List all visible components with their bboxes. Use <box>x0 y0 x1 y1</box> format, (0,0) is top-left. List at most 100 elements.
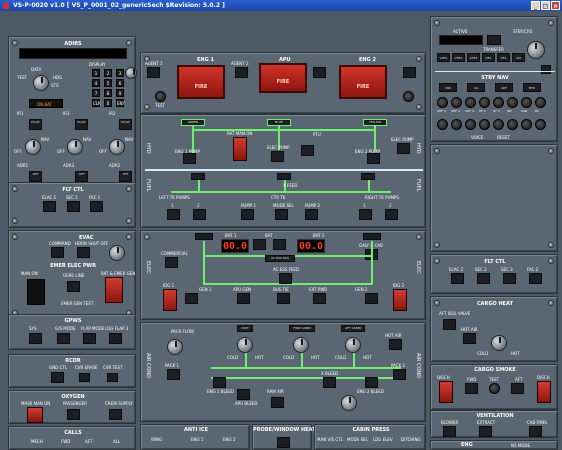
keypad-key-4[interactable]: 4 <box>92 79 100 87</box>
ir1-mode-knob[interactable] <box>25 139 41 155</box>
radio-am-button[interactable]: AM <box>512 53 525 62</box>
gpws-sys-button[interactable] <box>29 333 42 344</box>
sec1-button[interactable] <box>67 201 80 212</box>
eng2-pump-button[interactable] <box>367 153 380 164</box>
gen1-line-button[interactable] <box>67 281 80 292</box>
radio-on-off-button[interactable] <box>541 65 551 74</box>
radio-vhf1-button[interactable]: VHF1 <box>437 53 450 62</box>
mask-man-guard[interactable] <box>27 407 43 423</box>
keypad-key-8[interactable]: 8 <box>104 89 112 97</box>
eng1-fire-handle[interactable]: FIRE <box>177 65 225 99</box>
evac-command-button[interactable] <box>51 247 64 258</box>
acp-vhf-2-knob[interactable] <box>451 119 462 130</box>
eng2-fire-handle[interactable]: FIRE <box>339 65 387 99</box>
fac2-button[interactable] <box>529 273 542 284</box>
extract-button[interactable] <box>479 426 492 437</box>
xbleed-knob[interactable] <box>341 395 357 411</box>
idg2-guard[interactable] <box>393 289 407 311</box>
pack-flow-knob[interactable] <box>167 339 183 355</box>
capt-purs-selector[interactable] <box>109 245 125 261</box>
gen2-button[interactable] <box>365 293 378 304</box>
sys-knob[interactable] <box>125 67 137 79</box>
acp-vhf-1-knob[interactable] <box>437 97 448 108</box>
adr1-button[interactable]: OFF <box>29 171 42 182</box>
calls-aft-button[interactable]: AFT <box>85 439 92 444</box>
eng1-agent1-button[interactable] <box>147 67 160 78</box>
minimize-button[interactable]: _ <box>531 1 540 10</box>
passenger-button[interactable] <box>67 409 80 420</box>
ir3-button[interactable]: FAULT <box>75 119 88 130</box>
eng1-pump-button[interactable] <box>183 153 196 164</box>
keypad-key-ent[interactable]: ENT <box>116 99 125 107</box>
transfer-button[interactable] <box>487 35 501 45</box>
ckpt-temp-knob[interactable] <box>237 337 253 353</box>
keypad-key-3[interactable]: 3 <box>116 69 124 77</box>
crew-supply-button[interactable] <box>109 409 122 420</box>
adr2-button[interactable]: OFF <box>119 171 132 182</box>
nav-adf-button[interactable]: ADF <box>495 83 513 92</box>
acp-vhf-3-knob[interactable] <box>465 97 476 108</box>
display-selector-knob[interactable] <box>33 75 49 91</box>
keypad-key-5[interactable]: 5 <box>104 79 112 87</box>
gnd-ctl-button[interactable] <box>51 372 64 383</box>
sec3-button[interactable] <box>503 273 516 284</box>
acp-hf-2-knob[interactable] <box>493 97 504 108</box>
nav-bfo-button[interactable]: BFO <box>523 83 541 92</box>
commercial-button[interactable] <box>165 257 178 268</box>
eng2-agent1-button[interactable] <box>403 67 416 78</box>
calls-mech-button[interactable]: MECH <box>31 439 43 444</box>
acp-hf-1-knob[interactable] <box>479 119 490 130</box>
idg1-guard[interactable] <box>163 289 177 311</box>
apu-agent-button[interactable] <box>313 67 326 78</box>
adr3-button[interactable]: OFF <box>75 171 88 182</box>
rat-man-on-guard[interactable] <box>233 137 247 161</box>
pack2-button[interactable] <box>393 369 406 380</box>
pack1-button[interactable] <box>167 369 180 380</box>
ext-pwr-button[interactable] <box>313 293 326 304</box>
keypad-key-0[interactable]: 0 <box>104 99 112 107</box>
gpws-gs-button[interactable] <box>57 333 70 344</box>
eng1-test-button[interactable] <box>155 91 166 102</box>
acp-hf-2-knob[interactable] <box>493 119 504 130</box>
ctr-pump2-button[interactable] <box>305 209 318 220</box>
acp-int-knob[interactable] <box>507 119 518 130</box>
apu-fire-handle[interactable]: FIRE <box>259 63 307 93</box>
gen1-button[interactable] <box>185 293 198 304</box>
gpws-flap-button[interactable] <box>83 333 96 344</box>
ptu-button[interactable] <box>301 145 314 156</box>
ir2-mode-knob[interactable] <box>109 139 125 155</box>
acp-pa-knob[interactable] <box>535 119 546 130</box>
aft-isol-button[interactable] <box>443 319 456 330</box>
bat2-button[interactable] <box>273 239 286 250</box>
cargo-hot-air-button[interactable] <box>463 333 476 344</box>
radio-vhf3-button[interactable]: VHF3 <box>467 53 480 62</box>
disch1-guard[interactable] <box>439 381 453 403</box>
bus-tie-button[interactable] <box>277 293 290 304</box>
right-pump2-button[interactable] <box>385 209 398 220</box>
acp-vhf-1-knob[interactable] <box>437 119 448 130</box>
probe-heat-button[interactable] <box>277 437 290 448</box>
nav-ils-button[interactable]: ILS <box>467 83 485 92</box>
eng1-agent2-button[interactable] <box>235 67 248 78</box>
eng2-test-button[interactable] <box>403 91 414 102</box>
disch2-guard[interactable] <box>537 381 551 403</box>
apu-gen-button[interactable] <box>237 293 250 304</box>
sec2-button[interactable] <box>477 273 490 284</box>
left-pump2-button[interactable] <box>193 209 206 220</box>
freq-select-knob[interactable] <box>527 41 545 59</box>
keypad-key-1[interactable]: 1 <box>92 69 100 77</box>
left-pump1-button[interactable] <box>167 209 180 220</box>
bat1-button[interactable] <box>253 239 266 250</box>
cab-fans-button[interactable] <box>529 426 542 437</box>
ir2-button[interactable]: FAULT <box>119 119 132 130</box>
calls-all-button[interactable]: ALL <box>113 439 120 444</box>
acp-vhf-3-knob[interactable] <box>465 119 476 130</box>
acp-pa-knob[interactable] <box>535 97 546 108</box>
man-on-guard[interactable] <box>27 279 45 305</box>
elac2-button[interactable] <box>451 273 464 284</box>
calls-fwd-button[interactable]: FWD <box>61 439 70 444</box>
cvr-test-button[interactable] <box>107 373 118 382</box>
keypad-key-7[interactable]: 7 <box>92 89 100 97</box>
cvr-erase-button[interactable] <box>79 373 90 382</box>
acp-hf-1-knob[interactable] <box>479 97 490 108</box>
